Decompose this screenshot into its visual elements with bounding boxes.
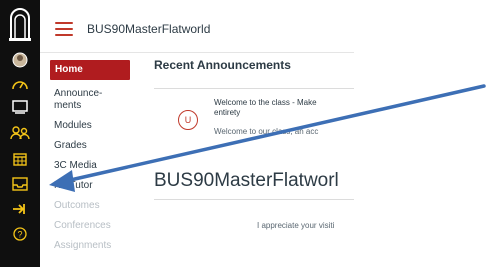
dashboard-icon[interactable] xyxy=(0,78,40,90)
global-nav-rail: ? xyxy=(0,0,40,267)
announcement-title-link[interactable]: Welcome to the class - Make entirety xyxy=(214,98,354,118)
announcement-title-line[interactable]: entirety xyxy=(214,108,354,118)
page-body-text: I appreciate your visiti xyxy=(257,221,335,230)
help-icon[interactable]: ? xyxy=(0,227,40,241)
college-logo-icon[interactable] xyxy=(0,6,40,42)
course-nav-item[interactable]: Announce- ments xyxy=(54,88,136,112)
course-nav-item[interactable]: Assignments xyxy=(54,240,136,252)
hamburger-menu-icon[interactable] xyxy=(55,22,73,36)
divider xyxy=(154,88,354,89)
breadcrumb-course[interactable]: BUS90MasterFlatworld xyxy=(87,22,210,36)
groups-icon[interactable] xyxy=(0,126,40,140)
announcement-author-avatar[interactable]: U xyxy=(178,110,198,130)
right-blank-area xyxy=(354,52,495,267)
inbox-icon[interactable] xyxy=(0,177,40,191)
page-title: BUS90MasterFlatworl xyxy=(154,170,339,191)
course-nav-item[interactable]: Outcomes xyxy=(54,200,136,212)
divider xyxy=(154,199,354,200)
announcement-preview: Welcome to our class, an acc xyxy=(214,127,319,136)
account-avatar-icon[interactable] xyxy=(0,52,40,68)
course-navigation: Home Announce- ments Modules Grades 3C Media… xyxy=(50,60,136,260)
recent-announcements-header: Recent Announcements xyxy=(154,58,291,72)
course-nav-item[interactable]: Home xyxy=(50,60,130,80)
course-nav-item[interactable]: 3C Media xyxy=(54,160,136,172)
course-nav-item[interactable]: Grades xyxy=(54,140,136,152)
courses-icon[interactable] xyxy=(0,100,40,114)
svg-text:?: ? xyxy=(17,230,22,240)
course-home-content: Recent Announcements U Welcome to the cl… xyxy=(154,58,354,267)
course-nav-item[interactable]: Conferences xyxy=(54,220,136,232)
course-nav-item[interactable]: Modules xyxy=(54,120,136,132)
course-nav-item[interactable]: NetTutor xyxy=(54,180,136,192)
commons-icon[interactable] xyxy=(0,203,40,215)
announcement-title-line[interactable]: Welcome to the class - Make xyxy=(214,98,317,107)
course-header: BUS90MasterFlatworld xyxy=(40,0,495,53)
calendar-icon[interactable] xyxy=(0,152,40,166)
